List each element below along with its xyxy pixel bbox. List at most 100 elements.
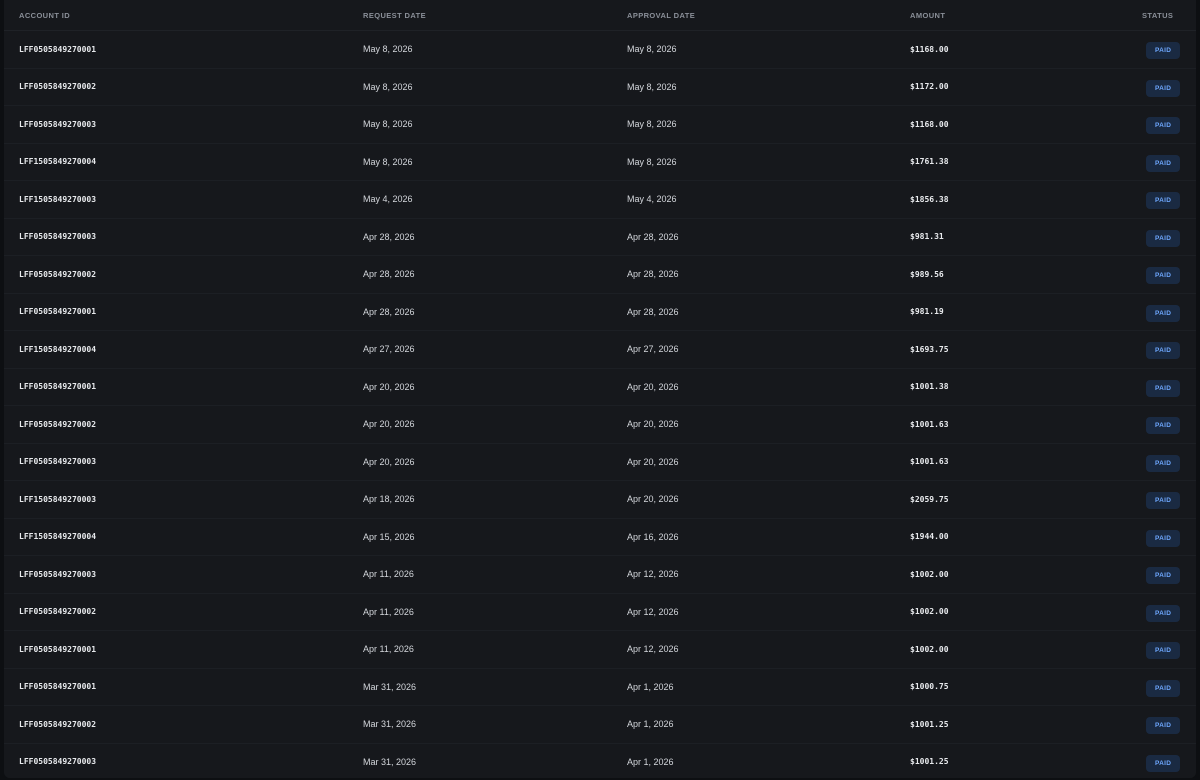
approval-date-cell: Apr 1, 2026: [627, 719, 674, 730]
status-cell: PAID: [1124, 227, 1196, 247]
request-date-cell: Apr 11, 2026: [363, 569, 414, 580]
table-row[interactable]: LFF0505849270002 Apr 28, 2026 Apr 28, 2026…: [4, 256, 1196, 294]
account-id-cell: LFF0505849270002: [19, 269, 97, 279]
status-badge: PAID: [1146, 379, 1181, 397]
table-row[interactable]: LFF0505849270002 May 8, 2026 May 8, 2026 $1…: [4, 68, 1196, 106]
request-date-cell: Mar 31, 2026: [363, 681, 417, 692]
table-row[interactable]: LFF1505849270003 May 4, 2026 May 4, 2026 $1…: [4, 181, 1196, 219]
table-row[interactable]: LFF0505849270001 Apr 28, 2026 Apr 28, 2026…: [4, 293, 1196, 331]
status-cell: PAID: [1124, 564, 1196, 585]
table-row[interactable]: LFF0505849270003 Apr 11, 2026 Apr 12, 2026…: [4, 556, 1196, 594]
amount-cell: $1002.00: [910, 607, 949, 617]
amount-cell: $1001.63: [910, 457, 949, 467]
status-badge: PAID: [1146, 192, 1181, 210]
column-header-approval-date[interactable]: APPROVAL DATE: [627, 11, 910, 20]
approval-date-cell: Apr 12, 2026: [627, 569, 679, 580]
status-badge: PAID: [1146, 229, 1181, 247]
status-cell: PAID: [1124, 752, 1196, 772]
status-badge: PAID: [1146, 417, 1181, 435]
amount-cell: $1001.38: [910, 382, 949, 392]
amount-cell: $1693.75: [910, 344, 949, 354]
table-row[interactable]: LFF0505849270003 Apr 20, 2026 Apr 20, 2026…: [4, 443, 1196, 481]
request-date-cell: May 8, 2026: [363, 44, 413, 55]
table-row[interactable]: LFF0505849270003 Apr 28, 2026 Apr 28, 2026…: [4, 218, 1196, 256]
table-row[interactable]: LFF0505849270001 Apr 11, 2026 Apr 12, 2026…: [4, 631, 1196, 669]
status-cell: PAID: [1124, 39, 1196, 60]
status-cell: PAID: [1124, 77, 1196, 97]
approval-date-cell: Apr 28, 2026: [627, 269, 679, 280]
approval-date-cell: Apr 12, 2026: [627, 606, 679, 617]
account-id-cell: LFF0505849270001: [19, 382, 97, 392]
amount-cell: $1761.38: [910, 157, 949, 167]
account-id-cell: LFF1505849270003: [19, 494, 97, 504]
request-date-cell: May 8, 2026: [363, 156, 413, 167]
approval-date-cell: May 8, 2026: [627, 119, 677, 130]
request-date-cell: Mar 31, 2026: [363, 719, 417, 730]
table-body: LFF0505849270001 May 8, 2026 May 8, 2026 $1…: [4, 31, 1196, 778]
request-date-cell: Apr 27, 2026: [363, 344, 415, 355]
approval-date-cell: Apr 1, 2026: [627, 756, 674, 767]
status-badge: PAID: [1146, 117, 1181, 135]
amount-cell: $1001.25: [910, 757, 949, 767]
request-date-cell: May 4, 2026: [363, 194, 413, 205]
amount-cell: $1001.25: [910, 719, 949, 729]
status-badge: PAID: [1146, 304, 1181, 322]
approval-date-cell: Apr 27, 2026: [627, 344, 679, 355]
status-cell: PAID: [1124, 489, 1196, 510]
table-row[interactable]: LFF0505849270001 Apr 20, 2026 Apr 20, 2026…: [4, 368, 1196, 406]
table-row[interactable]: LFF1505849270004 Apr 15, 2026 Apr 16, 2026…: [4, 518, 1196, 556]
table-row[interactable]: LFF0505849270001 Mar 31, 2026 Apr 1, 2026 $…: [4, 668, 1196, 706]
approval-date-cell: May 8, 2026: [627, 81, 677, 92]
table-row[interactable]: LFF0505849270003 Mar 31, 2026 Apr 1, 2026 $…: [4, 743, 1196, 778]
account-id-cell: LFF0505849270002: [19, 719, 97, 729]
amount-cell: $1856.38: [910, 194, 949, 204]
status-cell: PAID: [1124, 339, 1196, 360]
column-header-request-date[interactable]: REQUEST DATE: [363, 11, 627, 20]
column-header-account-id[interactable]: ACCOUNT ID: [4, 11, 363, 20]
request-date-cell: Apr 28, 2026: [363, 306, 415, 317]
table-row[interactable]: LFF0505849270002 Mar 31, 2026 Apr 1, 2026 $…: [4, 706, 1196, 744]
account-id-cell: LFF1505849270004: [19, 157, 97, 167]
request-date-cell: Apr 20, 2026: [363, 381, 415, 392]
status-badge: PAID: [1146, 454, 1181, 472]
status-cell: PAID: [1124, 414, 1196, 435]
table-row[interactable]: LFF1505849270003 Apr 18, 2026 Apr 20, 2026…: [4, 481, 1196, 519]
status-badge: PAID: [1146, 154, 1181, 172]
status-cell: PAID: [1124, 602, 1196, 622]
amount-cell: $1168.00: [910, 119, 949, 129]
status-cell: PAID: [1124, 152, 1196, 172]
amount-cell: $989.56: [910, 269, 944, 279]
status-badge: PAID: [1146, 267, 1181, 285]
table-row[interactable]: LFF1505849270004 Apr 27, 2026 Apr 27, 2026…: [4, 331, 1196, 369]
approval-date-cell: Apr 12, 2026: [627, 644, 679, 655]
status-cell: PAID: [1124, 527, 1196, 547]
amount-cell: $1002.00: [910, 644, 949, 654]
status-badge: PAID: [1146, 492, 1181, 510]
status-badge: PAID: [1146, 754, 1181, 772]
account-id-cell: LFF0505849270001: [19, 307, 97, 317]
table-header: ACCOUNT ID REQUEST DATE APPROVAL DATE AM…: [4, 0, 1196, 31]
approval-date-cell: Apr 20, 2026: [627, 381, 679, 392]
approval-date-cell: Apr 16, 2026: [627, 531, 679, 542]
status-badge: PAID: [1146, 604, 1181, 622]
account-id-cell: LFF0505849270001: [19, 644, 97, 654]
amount-cell: $1000.75: [910, 682, 949, 692]
table-row[interactable]: LFF0505849270003 May 8, 2026 May 8, 2026 $1…: [4, 106, 1196, 144]
status-cell: PAID: [1124, 189, 1196, 210]
request-date-cell: Apr 18, 2026: [363, 494, 415, 505]
status-cell: PAID: [1124, 639, 1196, 660]
approval-date-cell: May 8, 2026: [627, 156, 677, 167]
request-date-cell: Apr 20, 2026: [363, 456, 415, 467]
payouts-table: ACCOUNT ID REQUEST DATE APPROVAL DATE AM…: [4, 0, 1196, 778]
table-row[interactable]: LFF1505849270004 May 8, 2026 May 8, 2026 $1…: [4, 143, 1196, 181]
table-row[interactable]: LFF0505849270002 Apr 20, 2026 Apr 20, 2026…: [4, 406, 1196, 444]
status-cell: PAID: [1124, 377, 1196, 397]
status-cell: PAID: [1124, 452, 1196, 472]
status-badge: PAID: [1146, 42, 1181, 60]
table-row[interactable]: LFF0505849270001 May 8, 2026 May 8, 2026 $1…: [4, 31, 1196, 69]
column-header-amount[interactable]: AMOUNT: [910, 11, 1124, 20]
table-row[interactable]: LFF0505849270002 Apr 11, 2026 Apr 12, 2026…: [4, 593, 1196, 631]
status-badge: PAID: [1146, 717, 1181, 735]
column-header-status[interactable]: STATUS: [1124, 11, 1196, 20]
account-id-cell: LFF0505849270003: [19, 232, 97, 242]
